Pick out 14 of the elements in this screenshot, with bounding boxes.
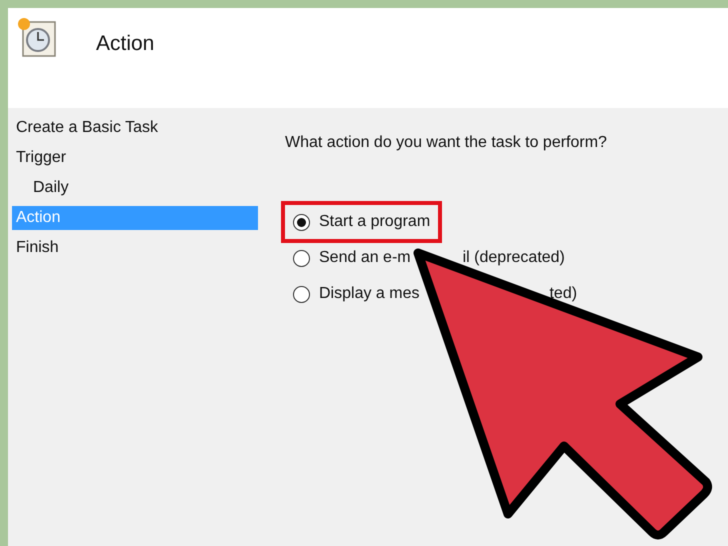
question-text: What action do you want the task to perform?: [285, 134, 607, 152]
sidebar-item[interactable]: Daily: [12, 173, 258, 203]
option-label: il (deprecated): [462, 249, 565, 267]
radio-button[interactable]: [293, 286, 310, 302]
option-label: Send an e-m: [319, 249, 411, 267]
option-label: Display a mes: [319, 285, 420, 303]
option-label: Start a program: [319, 213, 430, 231]
sidebar-item[interactable]: Trigger: [12, 143, 258, 173]
window-title: Action: [96, 32, 154, 56]
sidebar-item[interactable]: Create a Basic Task: [12, 113, 258, 143]
option-label: ted): [549, 285, 578, 303]
sidebar-item[interactable]: Finish: [12, 233, 258, 263]
radio-button[interactable]: [293, 214, 310, 230]
radio-button[interactable]: [293, 250, 310, 266]
